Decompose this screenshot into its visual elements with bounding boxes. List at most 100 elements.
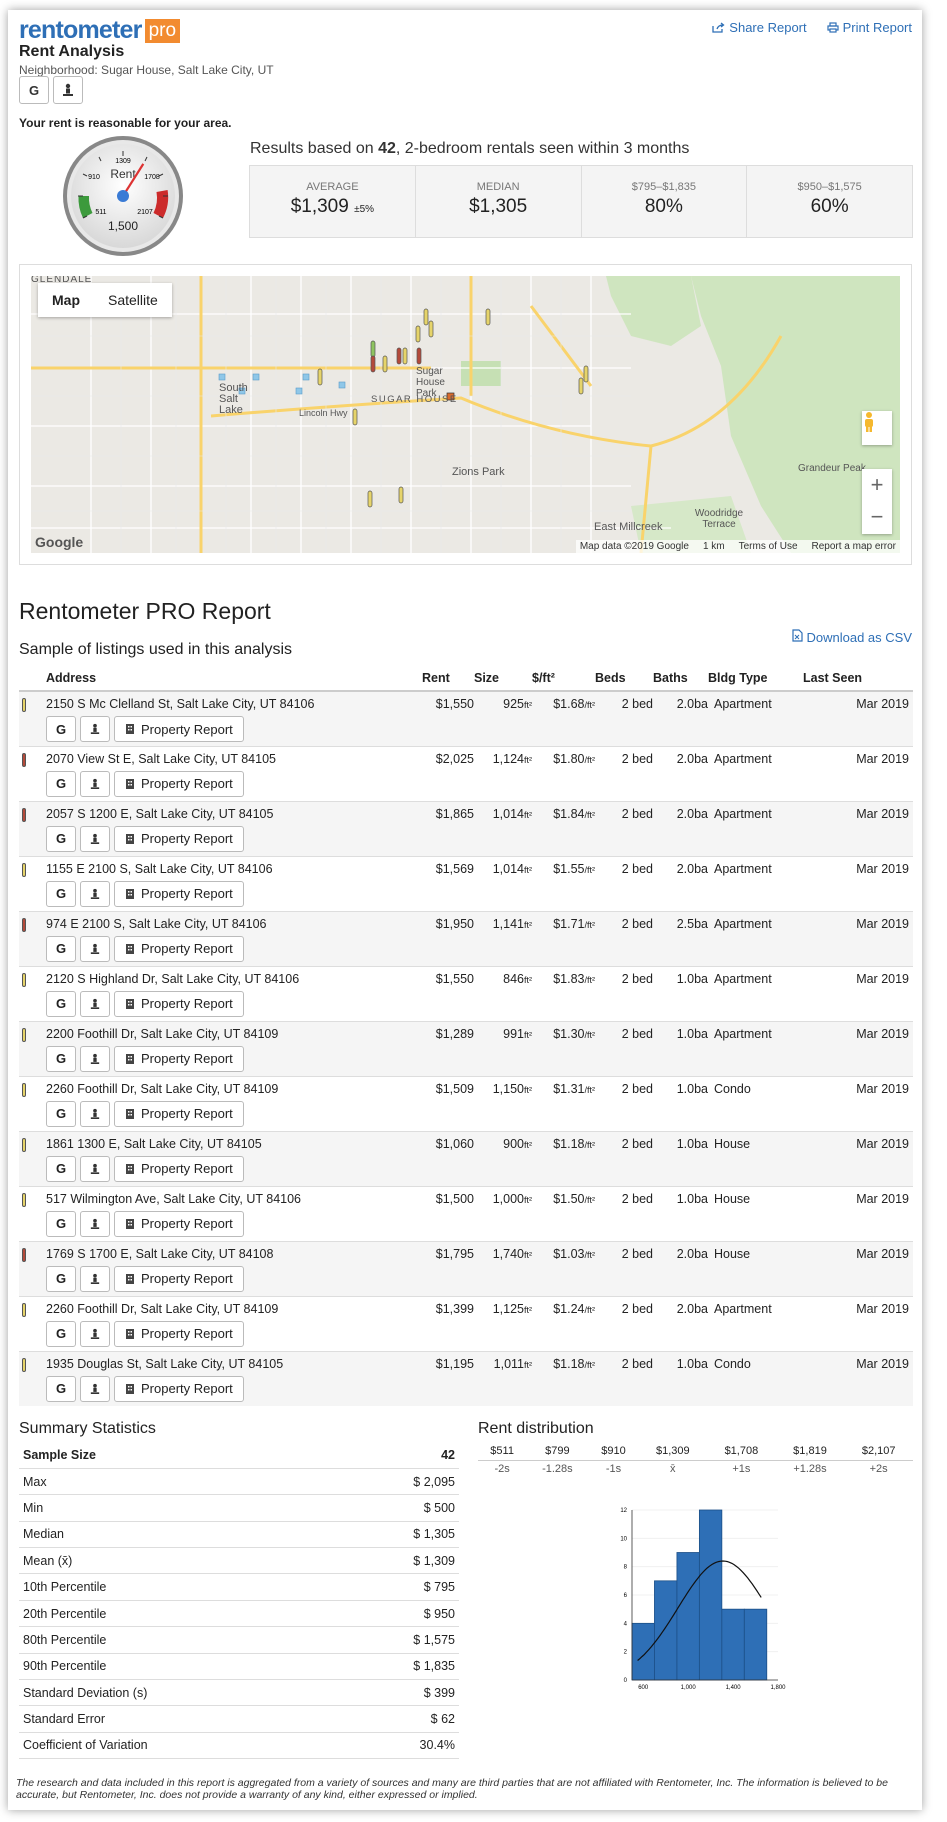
ppsf-value: $1.30 — [553, 1026, 585, 1041]
summary-value: 42 — [339, 1442, 459, 1469]
col-beds[interactable]: Beds — [595, 666, 653, 692]
property-report-button[interactable]: Property Report — [114, 880, 244, 907]
streetview-button[interactable] — [80, 935, 110, 962]
streetview-button[interactable] — [80, 1100, 110, 1127]
property-report-button[interactable]: Property Report — [114, 770, 244, 797]
google-logo[interactable]: Google — [35, 534, 83, 550]
google-search-button[interactable]: G — [46, 716, 76, 742]
gauge-value: 1,500 — [108, 219, 138, 233]
property-report-button[interactable]: Property Report — [114, 1265, 244, 1292]
streetview-button[interactable] — [80, 1375, 110, 1402]
rentals-map[interactable]: GLENDALE South Salt Lake SUGAR HOUSE Sug… — [31, 276, 900, 553]
size-cell: 1,014ft² — [474, 800, 532, 856]
col-bldg-type[interactable]: Bldg Type — [708, 666, 803, 692]
size-cell: 1,014ft² — [474, 855, 532, 911]
ppsf-value: $1.80 — [553, 751, 585, 766]
rentometer-logo[interactable]: rentometer pro — [19, 16, 181, 45]
google-search-button[interactable]: G — [19, 76, 49, 104]
google-search-button[interactable]: G — [46, 880, 76, 907]
google-search-button[interactable]: G — [46, 1155, 76, 1182]
streetview-button[interactable] — [80, 825, 110, 852]
col-rent[interactable]: Rent — [422, 666, 474, 692]
pegman-icon — [90, 778, 100, 789]
last-seen-cell: Mar 2019 — [803, 1130, 913, 1186]
streetview-button[interactable] — [80, 716, 110, 742]
col-size[interactable]: Size — [474, 666, 532, 692]
summary-row: 10th Percentile $ 795 — [19, 1573, 459, 1601]
ppsf-value: $1.83 — [553, 971, 585, 986]
beds-cell: 2 bed — [595, 800, 653, 856]
size-cell: 846ft² — [474, 965, 532, 1021]
x-tick-label: 1,400 — [726, 1685, 742, 1691]
baths-cell: 2.0ba — [653, 745, 708, 801]
report-error-link[interactable]: Report a map error — [812, 541, 896, 552]
satellite-tab[interactable]: Satellite — [94, 283, 172, 317]
google-search-button[interactable]: G — [46, 1100, 76, 1127]
streetview-button[interactable] — [80, 880, 110, 907]
property-report-button[interactable]: Property Report — [114, 825, 244, 852]
google-search-button[interactable]: G — [46, 1320, 76, 1347]
zoom-out-button[interactable]: − — [862, 501, 892, 533]
share-report-link[interactable]: Share Report — [712, 20, 807, 35]
property-report-button[interactable]: Property Report — [114, 1100, 244, 1127]
property-report-button[interactable]: Property Report — [114, 990, 244, 1017]
address-cell: 2120 S Highland Dr, Salt Lake City, UT 8… — [46, 965, 422, 1021]
google-search-button[interactable]: G — [46, 990, 76, 1017]
streetview-button[interactable] — [80, 1320, 110, 1347]
property-report-button[interactable]: Property Report — [114, 1375, 244, 1402]
terms-link[interactable]: Terms of Use — [739, 541, 798, 552]
share-report-label: Share Report — [729, 20, 807, 35]
streetview-button[interactable] — [80, 990, 110, 1017]
rent-cell: $1,795 — [422, 1240, 474, 1296]
streetview-pegman[interactable] — [862, 411, 892, 445]
property-report-button[interactable]: Property Report — [114, 1155, 244, 1182]
distribution-sigma: +2s — [869, 1463, 888, 1476]
google-search-button[interactable]: G — [46, 1210, 76, 1237]
summary-label: 20th Percentile — [19, 1600, 340, 1628]
pegman-icon — [90, 833, 100, 844]
col-address[interactable]: Address — [46, 666, 422, 692]
streetview-button[interactable] — [80, 1210, 110, 1237]
pegman-icon — [90, 723, 100, 734]
table-row: 1935 Douglas St, Salt Lake City, UT 8410… — [19, 1350, 913, 1406]
col-ppsf[interactable]: $/ft² — [532, 666, 595, 692]
google-search-button[interactable]: G — [46, 935, 76, 962]
map-tab[interactable]: Map — [38, 283, 94, 317]
col-baths[interactable]: Baths — [653, 666, 708, 692]
baths-cell: 2.0ba — [653, 690, 708, 746]
pegman-icon — [90, 1218, 100, 1229]
streetview-button[interactable] — [80, 1265, 110, 1292]
rent-cell: $2,025 — [422, 745, 474, 801]
google-search-button[interactable]: G — [46, 770, 76, 797]
google-search-button[interactable]: G — [46, 1375, 76, 1402]
streetview-button[interactable] — [53, 76, 83, 104]
col-last-seen[interactable]: Last Seen — [803, 666, 913, 692]
bldg-type-cell: Apartment — [708, 855, 803, 911]
summary-value: $ 500 — [339, 1494, 459, 1522]
property-report-button[interactable]: Property Report — [114, 1045, 244, 1072]
report-heading: Rentometer PRO Report — [19, 598, 271, 624]
results-suffix: , 2-bedroom rentals seen within 3 months — [395, 140, 690, 157]
y-tick-label: 10 — [620, 1536, 627, 1542]
ppsf-value: $1.71 — [553, 916, 585, 931]
streetview-button[interactable] — [80, 770, 110, 797]
ppsf-value: $1.68 — [553, 697, 585, 711]
google-search-button[interactable]: G — [46, 1265, 76, 1292]
google-search-button[interactable]: G — [46, 1045, 76, 1072]
print-report-link[interactable]: Print Report — [827, 20, 912, 35]
baths-cell: 1.0ba — [653, 1130, 708, 1186]
streetview-button[interactable] — [80, 1045, 110, 1072]
distribution-sigma: x̄ — [670, 1463, 676, 1476]
stat-margin: ±5% — [354, 204, 375, 215]
building-icon — [126, 778, 134, 789]
google-search-button[interactable]: G — [46, 825, 76, 852]
property-report-button[interactable]: Property Report — [114, 1320, 244, 1347]
streetview-button[interactable] — [80, 1155, 110, 1182]
property-report-button[interactable]: Property Report — [114, 1210, 244, 1237]
summary-row: Standard Error $ 62 — [19, 1705, 459, 1733]
property-report-button[interactable]: Property Report — [114, 716, 244, 742]
zoom-in-button[interactable]: + — [862, 469, 892, 501]
ppsf-value: $1.24 — [553, 1301, 585, 1316]
download-csv-link[interactable]: Download as CSV — [792, 629, 912, 645]
property-report-button[interactable]: Property Report — [114, 935, 244, 962]
